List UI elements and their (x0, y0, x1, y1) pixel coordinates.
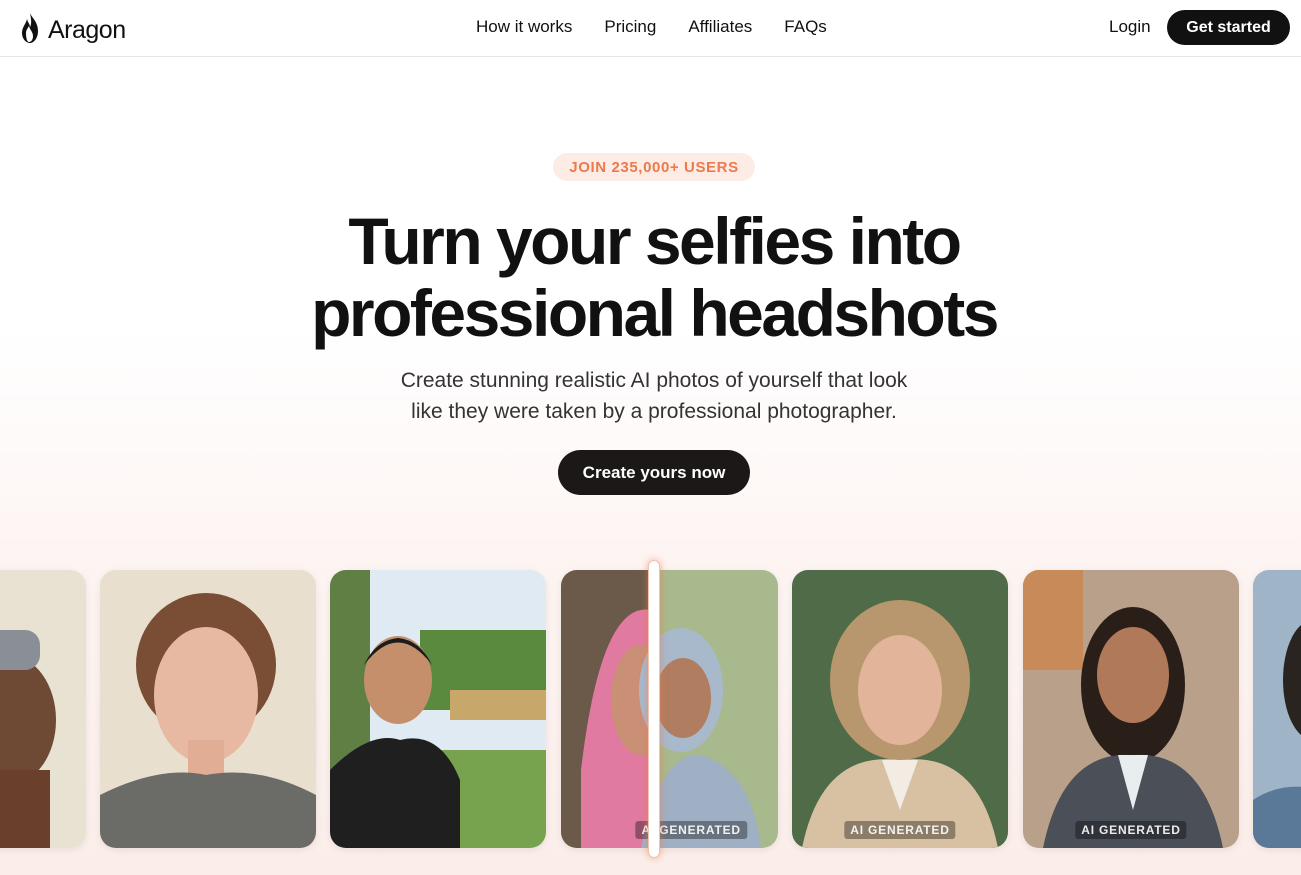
hero-headline: Turn your selfies into professional head… (250, 205, 1058, 349)
photo-card-ai-1: AI GENERATED (792, 570, 1008, 848)
photo-card-ai-2: AI GENERATED (1023, 570, 1239, 848)
nav-link-how-it-works[interactable]: How it works (476, 17, 572, 37)
ai-headshot-photo (1023, 570, 1239, 848)
selfie-photo (330, 570, 546, 848)
before-after-slider-handle[interactable] (648, 560, 660, 858)
flame-icon (18, 12, 42, 49)
primary-nav: How it works Pricing Affiliates FAQs (476, 17, 827, 37)
subheading-line-1: Create stunning realistic AI photos of y… (400, 369, 908, 392)
photo-card-before-after: AI GENERATED (561, 570, 778, 848)
create-yours-now-button[interactable]: Create yours now (558, 450, 750, 495)
ai-generated-tag: AI GENERATED (844, 821, 956, 839)
brand-logo[interactable]: Aragon (18, 12, 126, 49)
selfie-photo (0, 570, 86, 848)
login-link[interactable]: Login (1109, 17, 1151, 37)
brand-name: Aragon (48, 16, 126, 44)
user-count-badge: JOIN 235,000+ USERS (553, 153, 755, 181)
photo-card-selfie-2 (100, 570, 316, 848)
ai-headshot-photo (792, 570, 1008, 848)
photo-card-ai-3 (1253, 570, 1301, 848)
nav-link-faqs[interactable]: FAQs (784, 17, 827, 37)
ai-headshot-photo (1253, 570, 1301, 848)
headline-line-1: Turn your selfies into (348, 204, 962, 278)
nav-link-pricing[interactable]: Pricing (604, 17, 656, 37)
subheading-line-2: like they were taken by a professional p… (411, 400, 897, 423)
before-after-photo (561, 570, 778, 848)
get-started-button[interactable]: Get started (1167, 10, 1290, 45)
selfie-photo (100, 570, 316, 848)
nav-link-affiliates[interactable]: Affiliates (688, 17, 752, 37)
photo-card-selfie-1 (0, 570, 86, 848)
ai-generated-tag: AI GENERATED (1075, 821, 1187, 839)
headline-line-2: professional headshots (311, 276, 999, 350)
hero-subheading: Create stunning realistic AI photos of y… (340, 365, 968, 427)
top-navbar: Aragon How it works Pricing Affiliates F… (0, 0, 1301, 57)
photo-card-selfie-3 (330, 570, 546, 848)
